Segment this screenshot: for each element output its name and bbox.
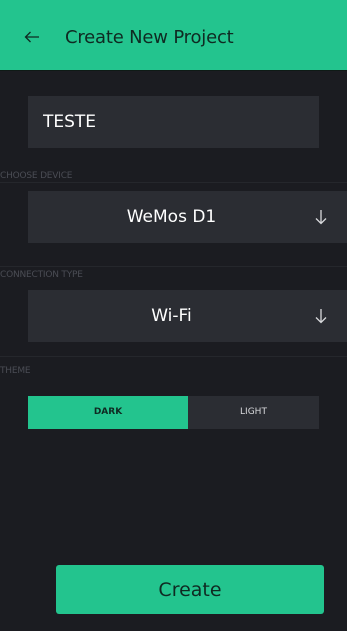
- divider: [0, 266, 347, 267]
- theme-toggle: DARK LIGHT: [28, 396, 319, 429]
- device-select-value: WeMos D1: [126, 207, 217, 227]
- theme-option-dark[interactable]: DARK: [28, 396, 188, 429]
- project-name-input[interactable]: [28, 96, 319, 148]
- theme-option-light[interactable]: LIGHT: [188, 396, 319, 429]
- app-header: Create New Project: [0, 0, 347, 71]
- choose-device-label: CHOOSE DEVICE: [0, 171, 73, 181]
- create-button[interactable]: Create: [56, 565, 324, 614]
- arrow-down-icon: [315, 309, 327, 324]
- divider: [0, 356, 347, 357]
- arrow-down-icon: [315, 210, 327, 225]
- connection-type-label: CONNECTION TYPE: [0, 270, 83, 280]
- divider: [0, 182, 347, 183]
- create-project-screen: Create New Project CHOOSE DEVICE WeMos D…: [0, 0, 347, 631]
- arrow-left-icon[interactable]: [24, 31, 40, 43]
- page-title: Create New Project: [65, 27, 234, 48]
- connection-type-select-value: Wi-Fi: [151, 306, 192, 326]
- device-select[interactable]: WeMos D1: [28, 191, 347, 243]
- connection-type-select[interactable]: Wi-Fi: [28, 290, 347, 342]
- theme-label: THEME: [0, 366, 31, 376]
